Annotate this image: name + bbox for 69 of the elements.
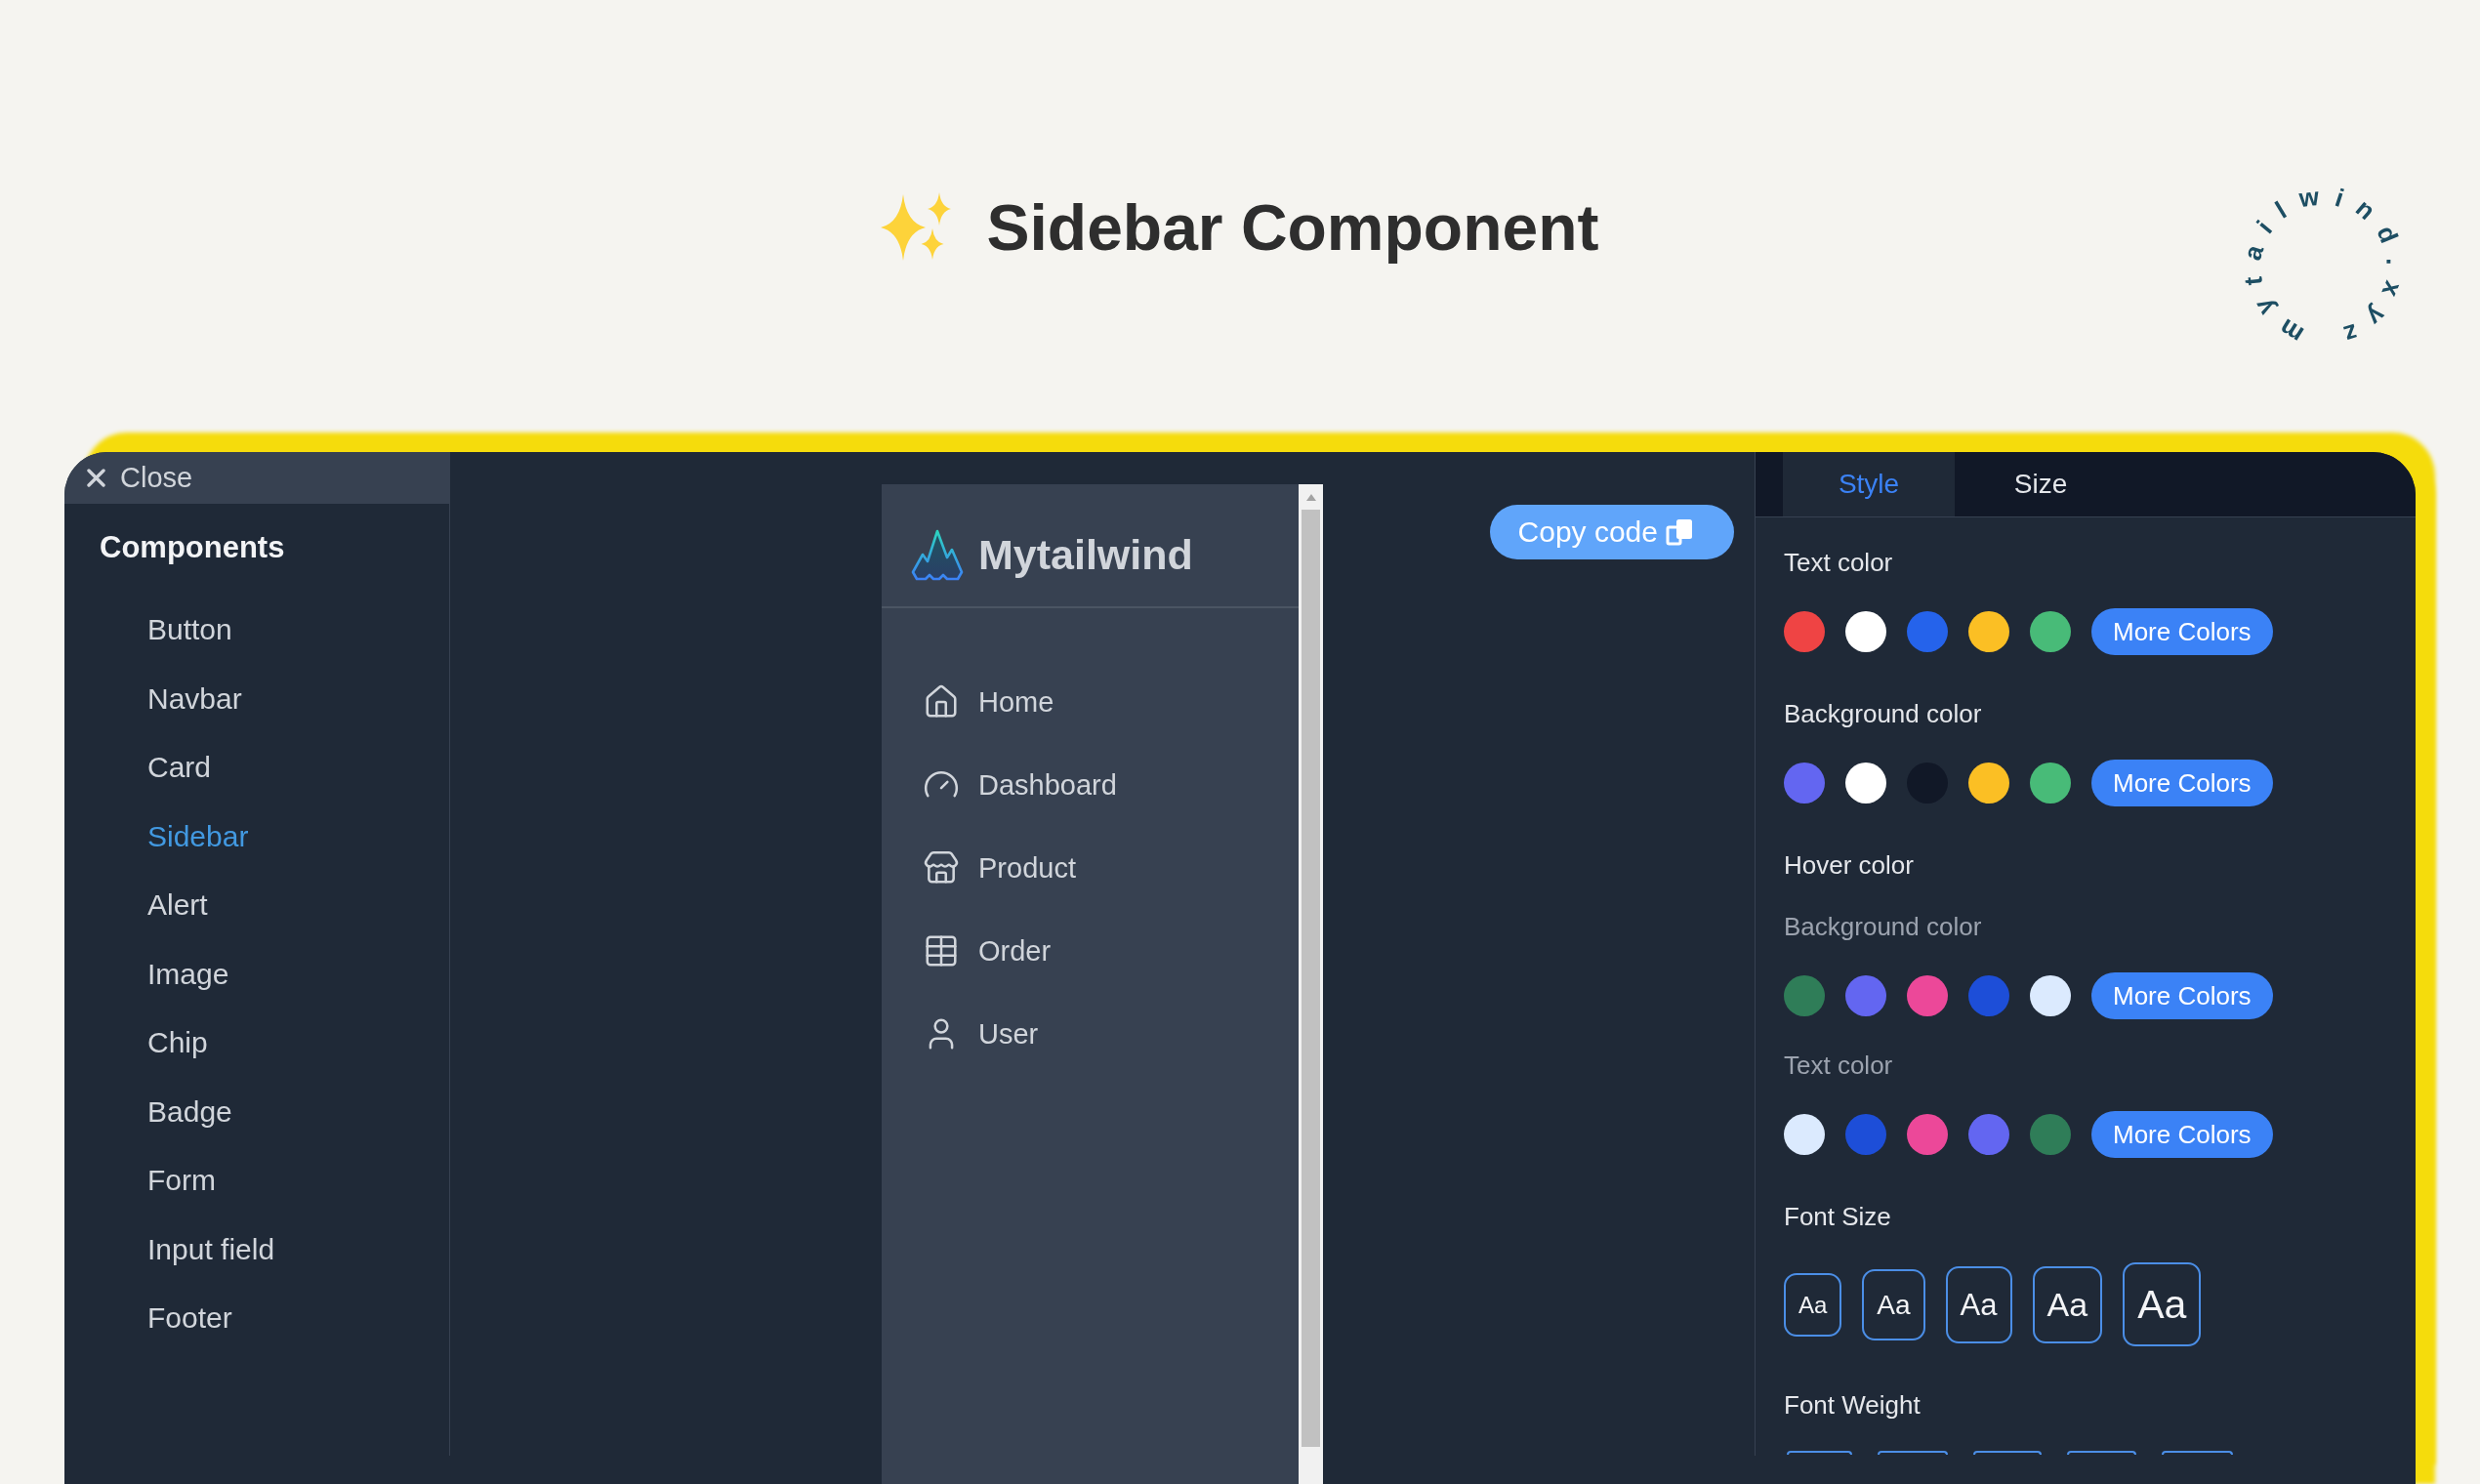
menu-item[interactable]: Input field <box>147 1229 275 1269</box>
font-size-option[interactable]: Aa <box>1945 1265 2012 1343</box>
menu-item[interactable]: Button <box>147 610 232 649</box>
section-label: Font Size <box>1784 1201 1891 1232</box>
nav-item[interactable]: Order <box>923 931 1052 970</box>
close-icon <box>87 469 105 487</box>
section-label: Font Weight <box>1784 1389 1921 1421</box>
color-swatch[interactable] <box>1845 763 1886 804</box>
menu-heading: Components <box>100 529 286 566</box>
color-swatch[interactable] <box>1907 975 1948 1016</box>
menu-item[interactable]: Image <box>147 954 229 994</box>
menu-item[interactable]: Badge <box>147 1092 232 1132</box>
font-size-option[interactable]: Aa <box>1784 1272 1842 1337</box>
color-swatch[interactable] <box>1784 611 1825 652</box>
font-size-option[interactable]: Aa <box>2123 1262 2202 1346</box>
font-weight-option[interactable] <box>1973 1451 2042 1455</box>
font-weight-option[interactable] <box>2067 1451 2136 1455</box>
more-colors-button[interactable]: More Colors <box>2091 1111 2273 1158</box>
font-size-option[interactable]: Aa <box>2032 1265 2103 1343</box>
color-swatch[interactable] <box>1845 1114 1886 1155</box>
copy-icon <box>1666 518 1693 546</box>
color-swatch[interactable] <box>2030 763 2071 804</box>
color-swatch[interactable] <box>1907 611 1948 652</box>
menu-item[interactable]: Navbar <box>147 679 242 719</box>
close-button[interactable]: Close <box>64 452 449 504</box>
subsection-label: Text color <box>1784 1050 1893 1081</box>
font-size-option[interactable]: Aa <box>1862 1268 1925 1340</box>
tab[interactable]: Style <box>1783 452 1955 516</box>
menu-item[interactable]: Chip <box>147 1023 208 1062</box>
color-swatch[interactable] <box>2030 611 2071 652</box>
store-icon <box>923 849 960 886</box>
color-swatch[interactable] <box>1968 763 2009 804</box>
section-label: Text color <box>1784 547 1893 578</box>
color-swatch[interactable] <box>1968 1114 2009 1155</box>
page-title: Sidebar Component <box>986 190 1599 265</box>
scrollbar[interactable] <box>1299 484 1323 1484</box>
color-swatch[interactable] <box>1845 975 1886 1016</box>
color-swatch[interactable] <box>2030 975 2071 1016</box>
font-weight-option[interactable] <box>1878 1451 1948 1455</box>
color-swatch[interactable] <box>1784 975 1825 1016</box>
subsection-label: Background color <box>1784 911 1982 942</box>
section-label: Hover color <box>1784 849 1914 881</box>
color-swatch[interactable] <box>1784 1114 1825 1155</box>
nav-item[interactable]: Home <box>923 682 1054 721</box>
nav-item[interactable]: Product <box>923 848 1076 887</box>
table-icon <box>923 932 960 969</box>
color-swatch[interactable] <box>2030 1114 2071 1155</box>
menu-item[interactable]: Alert <box>147 886 208 925</box>
section-label: Background color <box>1784 698 1982 729</box>
menu-item[interactable]: Form <box>147 1161 216 1200</box>
font-weight-option[interactable] <box>2162 1451 2233 1455</box>
more-colors-button[interactable]: More Colors <box>2091 608 2273 655</box>
scrollbar-thumb[interactable] <box>1302 510 1320 1447</box>
font-weight-option[interactable] <box>1787 1451 1852 1455</box>
tab[interactable]: Size <box>1955 452 2127 516</box>
color-swatch[interactable] <box>1845 611 1886 652</box>
house-icon <box>923 683 960 721</box>
color-swatch[interactable] <box>1968 611 2009 652</box>
menu-item[interactable]: Sidebar <box>147 816 249 856</box>
color-swatch[interactable] <box>1968 975 2009 1016</box>
menu-item[interactable]: Footer <box>147 1298 232 1338</box>
nav-item[interactable]: User <box>923 1014 1039 1053</box>
menu-item[interactable]: Card <box>147 748 212 787</box>
color-swatch[interactable] <box>1784 763 1825 804</box>
more-colors-button[interactable]: More Colors <box>2091 972 2273 1019</box>
nav-item[interactable]: Dashboard <box>923 765 1117 804</box>
brand-name: Mytailwind <box>978 529 1193 579</box>
more-colors-button[interactable]: More Colors <box>2091 760 2273 806</box>
color-swatch[interactable] <box>1907 1114 1948 1155</box>
